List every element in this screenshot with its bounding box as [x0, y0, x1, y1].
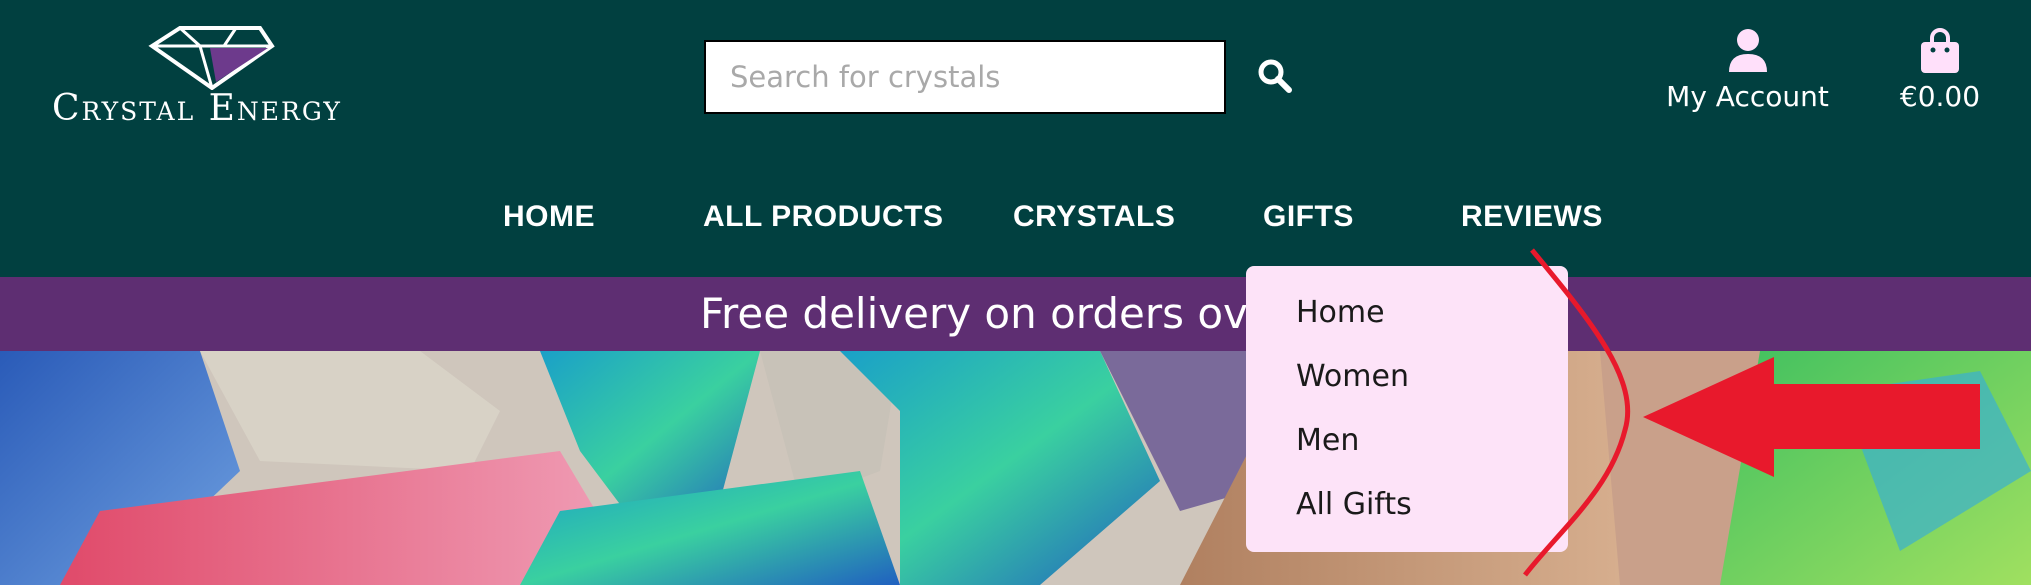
gifts-dropdown-menu: Home Women Men All Gifts — [1246, 266, 1568, 552]
nav-home[interactable]: HOME — [503, 200, 595, 234]
site-logo[interactable]: Crystal Energy — [52, 26, 372, 136]
cart-link[interactable]: €0.00 — [1892, 28, 1988, 123]
nav-all-products[interactable]: ALL PRODUCTS — [703, 200, 943, 234]
my-account-link[interactable]: My Account — [1665, 28, 1830, 123]
search-input[interactable] — [704, 40, 1226, 114]
gem-icon — [148, 26, 275, 90]
shopping-bag-icon — [1921, 28, 1959, 73]
hero-image — [0, 351, 2031, 585]
my-account-label: My Account — [1666, 80, 1829, 113]
free-delivery-banner: Free delivery on orders over € — [0, 277, 2031, 351]
search-icon[interactable] — [1257, 58, 1293, 94]
user-icon — [1728, 29, 1767, 72]
crystals-photo — [0, 351, 2031, 585]
nav-gifts[interactable]: GIFTS — [1263, 200, 1354, 234]
nav-crystals[interactable]: CRYSTALS — [1013, 200, 1175, 234]
cart-total: €0.00 — [1899, 80, 1981, 113]
site-header: Crystal Energy My Account €0.00 HOME ALL… — [0, 0, 2031, 277]
dropdown-item-all-gifts[interactable]: All Gifts — [1246, 482, 1568, 546]
dropdown-item-home[interactable]: Home — [1246, 290, 1568, 354]
brand-name: Crystal Energy — [52, 88, 342, 129]
nav-reviews[interactable]: REVIEWS — [1461, 200, 1603, 234]
dropdown-item-women[interactable]: Women — [1246, 354, 1568, 418]
free-delivery-text: Free delivery on orders over € — [699, 289, 1332, 338]
dropdown-item-men[interactable]: Men — [1246, 418, 1568, 482]
